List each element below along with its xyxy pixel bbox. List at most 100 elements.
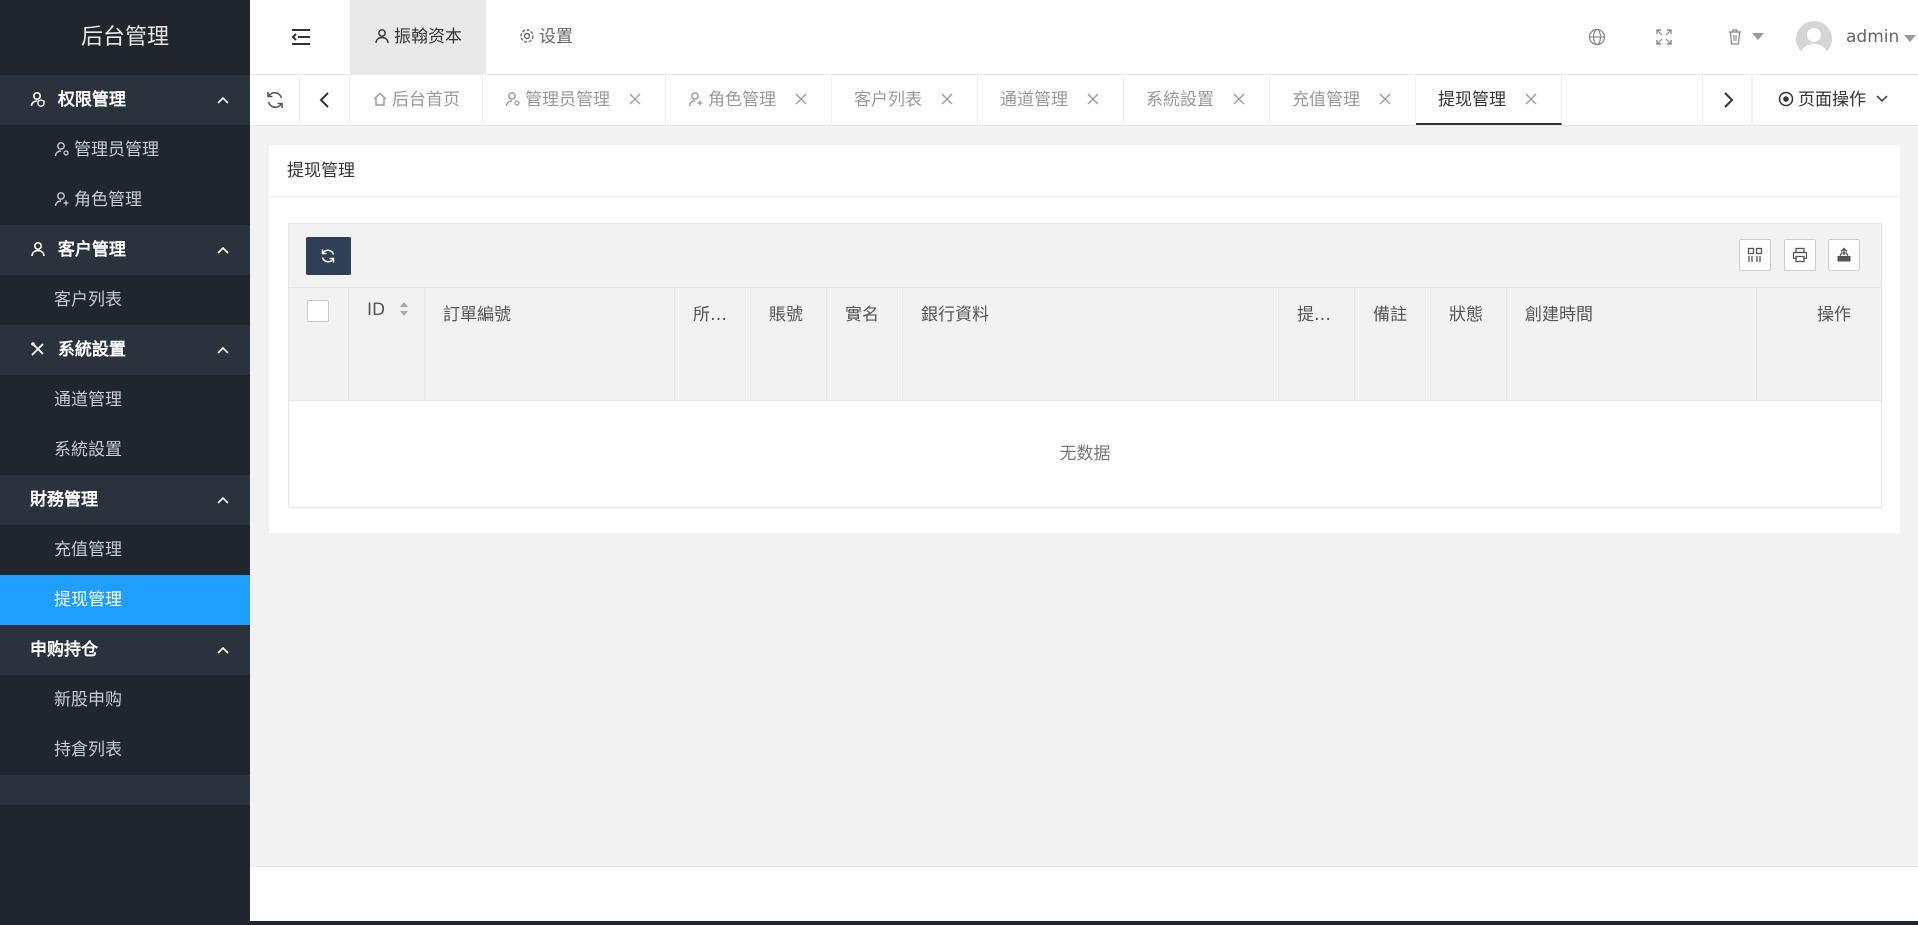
columns-filter-button[interactable] (1739, 239, 1771, 271)
sidebar-item-label: 持倉列表 (54, 740, 122, 760)
tab-scroll-right-button[interactable] (1702, 75, 1752, 125)
column-header-belongs: 所… (675, 288, 751, 401)
tab-label: 通道管理 (1000, 90, 1068, 110)
dot-circle-icon (1778, 91, 1794, 107)
sidebar-item-customer-list[interactable]: 客户列表 (0, 275, 250, 325)
page-tab-strip: 后台首页 管理员管理 角色管理 客户列表 通道管理 系統設置 充值管理 提现管理… (250, 75, 1918, 126)
close-icon[interactable] (795, 93, 807, 105)
tab-role-management[interactable]: 角色管理 (666, 75, 832, 125)
close-icon[interactable] (1233, 93, 1245, 105)
sidebar-group-more[interactable] (0, 775, 250, 805)
chevron-up-icon (217, 646, 229, 654)
top-tab-brand[interactable]: 振翰资本 (350, 0, 486, 75)
page-ops-divider (1752, 75, 1753, 125)
avatar[interactable] (1796, 21, 1832, 57)
trash-icon[interactable] (1726, 28, 1744, 46)
avatar-person-icon (1800, 28, 1828, 57)
column-header-label: 創建時間 (1525, 305, 1593, 325)
select-all-checkbox[interactable] (307, 300, 329, 322)
print-button[interactable] (1784, 239, 1816, 271)
sidebar-item-ipo-subscription[interactable]: 新股申购 (0, 675, 250, 725)
refresh-icon (321, 249, 335, 263)
chevron-left-icon (319, 92, 329, 108)
user-gear-icon (54, 142, 69, 157)
tab-home[interactable]: 后台首页 (350, 75, 483, 125)
sidebar-group-label: 系統設置 (57, 340, 126, 360)
chevron-right-icon (1724, 92, 1734, 108)
top-tab-settings[interactable]: 设置 (495, 0, 597, 75)
sidebar-item-label: 角色管理 (74, 190, 142, 210)
menu-fold-icon[interactable] (290, 26, 312, 48)
column-header-label: 銀行資料 (921, 305, 989, 325)
column-header-bank-info: 銀行資料 (903, 288, 1279, 401)
column-header-label: 備註 (1373, 305, 1407, 325)
column-header-label: 實名 (845, 305, 879, 325)
table-header: ID 訂單編號 所… 賬號 實名 銀行資料 提… 備註 狀態 創建時間 操作 (289, 288, 1881, 401)
close-icon[interactable] (1379, 93, 1391, 105)
sidebar-group-label: 权限管理 (57, 90, 126, 110)
sidebar-item-holdings-list[interactable]: 持倉列表 (0, 725, 250, 775)
tab-label: 后台首页 (392, 90, 460, 110)
tab-label: 提现管理 (1438, 90, 1506, 110)
close-icon[interactable] (941, 93, 953, 105)
globe-icon[interactable] (1588, 28, 1606, 46)
sidebar-item-system-settings[interactable]: 系統設置 (0, 425, 250, 475)
user-gear-icon (505, 92, 520, 107)
tab-withdrawal-management[interactable]: 提现管理 (1416, 75, 1562, 125)
column-header-label: 狀態 (1449, 305, 1483, 325)
chevron-down-icon (1876, 95, 1888, 103)
sidebar-item-label: 充值管理 (54, 540, 122, 560)
column-header-withdraw-amount: 提… (1279, 288, 1355, 401)
column-header-label: 訂單編號 (443, 305, 511, 325)
export-button[interactable] (1828, 239, 1860, 271)
app-logo: 后台管理 (0, 0, 250, 75)
user-plus-icon (688, 92, 703, 107)
home-icon (373, 92, 387, 106)
empty-state: 无数据 (289, 401, 1881, 507)
column-header-label: ID (367, 300, 386, 320)
chevron-up-icon (217, 96, 229, 104)
close-icon[interactable] (1525, 93, 1537, 105)
sidebar-item-label: 系統設置 (54, 440, 122, 460)
page-footer (250, 866, 1918, 921)
data-table: ID 訂單編號 所… 賬號 實名 銀行資料 提… 備註 狀態 創建時間 操作 无… (288, 223, 1882, 508)
table-toolbar (289, 224, 1881, 288)
tab-label: 客户列表 (854, 90, 922, 110)
tab-system-settings[interactable]: 系統設置 (1124, 75, 1270, 125)
sidebar-item-recharge-management[interactable]: 充值管理 (0, 525, 250, 575)
sidebar-group-system-settings[interactable]: 系統設置 (0, 325, 250, 375)
sort-icon[interactable] (399, 301, 409, 317)
top-tab-label: 设置 (539, 27, 573, 47)
refresh-tab-button[interactable] (250, 75, 300, 125)
column-select (289, 288, 349, 401)
tab-admin-management[interactable]: 管理员管理 (483, 75, 666, 125)
page-ops-label: 页面操作 (1798, 90, 1866, 110)
sidebar-group-finance[interactable]: 財務管理 (0, 475, 250, 525)
caret-down-icon[interactable] (1752, 32, 1764, 42)
sidebar-item-admin-management[interactable]: 管理员管理 (0, 125, 250, 175)
sidebar-item-channel-management[interactable]: 通道管理 (0, 375, 250, 425)
tab-scroll-left-button[interactable] (300, 75, 350, 125)
sidebar-item-role-management[interactable]: 角色管理 (0, 175, 250, 225)
tools-icon (31, 342, 44, 356)
sidebar-group-subscription[interactable]: 申购持仓 (0, 625, 250, 675)
sidebar-group-customers[interactable]: 客户管理 (0, 225, 250, 275)
sidebar-item-withdrawal-management[interactable]: 提现管理 (0, 575, 250, 625)
refresh-icon (267, 92, 283, 108)
column-header-id[interactable]: ID (349, 288, 425, 401)
close-icon[interactable] (1087, 93, 1099, 105)
sidebar-item-label: 新股申购 (54, 690, 122, 710)
close-icon[interactable] (629, 93, 641, 105)
page-title: 提现管理 (269, 145, 1900, 197)
table-refresh-button[interactable] (306, 237, 351, 275)
tab-label: 管理员管理 (525, 90, 610, 110)
sidebar-group-permissions[interactable]: 权限管理 (0, 75, 250, 125)
tab-customer-list[interactable]: 客户列表 (832, 75, 978, 125)
page-operations-dropdown[interactable]: 页面操作 (1778, 75, 1889, 125)
tab-channel-management[interactable]: 通道管理 (978, 75, 1124, 125)
username[interactable]: admin (1846, 0, 1899, 75)
sidebar-item-label: 管理员管理 (74, 140, 159, 160)
fullscreen-icon[interactable] (1655, 28, 1673, 46)
caret-down-icon[interactable] (1904, 34, 1916, 44)
tab-recharge-management[interactable]: 充值管理 (1270, 75, 1416, 125)
